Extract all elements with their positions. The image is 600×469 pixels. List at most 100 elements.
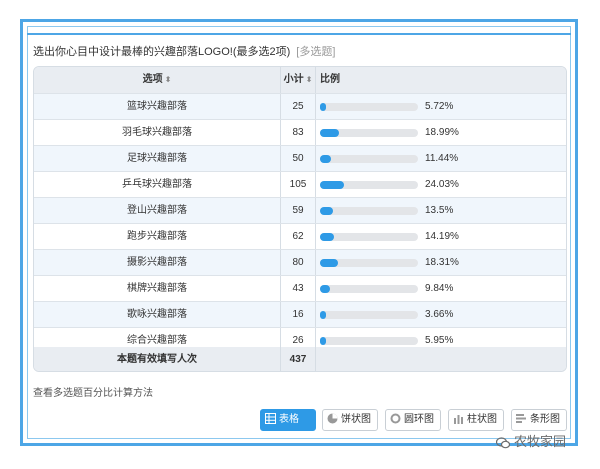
percent-text: 24.03%	[425, 179, 459, 190]
progress-track	[320, 259, 418, 267]
question-title: 选出你心目中设计最棒的兴趣部落LOGO!(最多选2项) [多选题]	[33, 43, 335, 59]
option-cell: 摄影兴趣部落	[127, 257, 187, 268]
progress-fill	[320, 233, 334, 241]
percent-text: 5.72%	[425, 101, 454, 112]
ring-view-button[interactable]: 圆环图	[385, 409, 441, 431]
table-view-button[interactable]: 表格	[260, 409, 316, 431]
option-cell: 登山兴趣部落	[127, 205, 187, 216]
question-type-tag: [多选题]	[296, 46, 336, 58]
pie-view-button[interactable]: 饼状图	[322, 409, 378, 431]
table-row: 摄影兴趣部落 80 18.31%	[34, 250, 566, 275]
progress-track	[320, 181, 418, 189]
table-row: 歌咏兴趣部落 16 3.66%	[34, 302, 566, 327]
watermark-text: 农牧家园	[514, 434, 567, 449]
progress-track	[320, 129, 418, 137]
percent-text: 3.66%	[425, 309, 454, 320]
ratio-cell: 11.44%	[316, 146, 566, 171]
progress-fill	[320, 311, 326, 319]
table-footer: 本题有效填写人次 437	[34, 347, 566, 371]
bar-view-button[interactable]: 条形图	[511, 409, 567, 431]
column-chart-icon	[454, 414, 463, 424]
bar-chart-icon	[516, 413, 526, 423]
count-cell: 105	[280, 172, 316, 197]
ring-view-label: 圆环图	[404, 414, 434, 425]
ratio-cell: 3.66%	[316, 302, 566, 327]
survey-frame-topline	[27, 33, 571, 35]
progress-track	[320, 155, 418, 163]
option-cell: 篮球兴趣部落	[127, 101, 187, 112]
footer-label: 本题有效填写人次	[117, 354, 197, 365]
count-cell: 25	[280, 94, 316, 119]
table-view-label: 表格	[279, 414, 299, 425]
option-cell: 歌咏兴趣部落	[127, 309, 187, 320]
table-row: 跑步兴趣部落 62 14.19%	[34, 224, 566, 249]
count-cell: 16	[280, 302, 316, 327]
option-cell: 乒乓球兴趣部落	[122, 179, 192, 190]
sort-icon[interactable]: ⬍	[306, 75, 313, 84]
header-count[interactable]: 小计 ⬍	[280, 67, 316, 93]
count-cell: 83	[280, 120, 316, 145]
header-option-label: 选项	[142, 74, 163, 85]
table-row: 篮球兴趣部落 25 5.72%	[34, 94, 566, 119]
percent-text: 13.5%	[425, 205, 454, 216]
table-row: 登山兴趣部落 59 13.5%	[34, 198, 566, 223]
bar-view-label: 条形图	[530, 414, 560, 425]
ratio-cell: 14.19%	[316, 224, 566, 249]
progress-fill	[320, 181, 344, 189]
footer-count: 437	[280, 347, 316, 371]
header-count-label: 小计	[283, 74, 304, 85]
progress-track	[320, 207, 418, 215]
progress-fill	[320, 103, 326, 111]
progress-fill	[320, 207, 333, 215]
progress-fill	[320, 285, 330, 293]
column-view-button[interactable]: 柱状图	[448, 409, 504, 431]
progress-fill	[320, 337, 326, 345]
results-table: 选项 ⬍ 小计 ⬍ 比例 篮球兴趣部落 25 5.72% 羽毛球兴趣部落 83 18.99% 足…	[33, 66, 567, 372]
table-icon	[265, 412, 276, 424]
count-cell: 50	[280, 146, 316, 171]
option-cell: 足球兴趣部落	[127, 153, 187, 164]
ratio-cell: 18.31%	[316, 250, 566, 275]
column-view-label: 柱状图	[467, 414, 497, 425]
header-option[interactable]: 选项 ⬍	[34, 67, 280, 93]
count-cell: 80	[280, 250, 316, 275]
ring-chart-icon	[390, 413, 401, 424]
progress-track	[320, 233, 418, 241]
ratio-cell: 13.5%	[316, 198, 566, 223]
progress-fill	[320, 155, 331, 163]
option-cell: 棋牌兴趣部落	[127, 283, 187, 294]
ratio-cell: 18.99%	[316, 120, 566, 145]
percent-text: 9.84%	[425, 283, 454, 294]
percent-text: 18.31%	[425, 257, 459, 268]
table-row: 乒乓球兴趣部落 105 24.03%	[34, 172, 566, 197]
table-row: 羽毛球兴趣部落 83 18.99%	[34, 120, 566, 145]
percent-method-link[interactable]: 查看多选题百分比计算方法	[33, 384, 153, 399]
progress-track	[320, 311, 418, 319]
count-cell: 59	[280, 198, 316, 223]
sort-icon[interactable]: ⬍	[165, 75, 172, 84]
ratio-cell: 24.03%	[316, 172, 566, 197]
table-header: 选项 ⬍ 小计 ⬍ 比例	[34, 67, 566, 93]
count-cell: 43	[280, 276, 316, 301]
progress-track	[320, 285, 418, 293]
pie-view-label: 饼状图	[341, 414, 371, 425]
percent-text: 11.44%	[425, 153, 459, 164]
question-text: 选出你心目中设计最棒的兴趣部落LOGO!(最多选2项)	[33, 46, 291, 58]
ratio-cell: 5.72%	[316, 94, 566, 119]
header-ratio-label: 比例	[320, 74, 340, 85]
header-ratio: 比例	[316, 67, 566, 93]
pie-chart-icon	[327, 413, 338, 424]
table-row: 足球兴趣部落 50 11.44%	[34, 146, 566, 171]
progress-fill	[320, 129, 339, 137]
percent-text: 18.99%	[425, 127, 459, 138]
footer-empty	[316, 347, 566, 371]
progress-track	[320, 337, 418, 345]
option-cell: 羽毛球兴趣部落	[122, 127, 192, 138]
percent-text: 14.19%	[425, 231, 459, 242]
count-cell: 62	[280, 224, 316, 249]
wechat-icon	[496, 436, 510, 448]
progress-track	[320, 103, 418, 111]
ratio-cell: 9.84%	[316, 276, 566, 301]
table-row: 棋牌兴趣部落 43 9.84%	[34, 276, 566, 301]
view-switcher: 表格 饼状图 圆环图 柱状图 条形图	[0, 409, 600, 431]
